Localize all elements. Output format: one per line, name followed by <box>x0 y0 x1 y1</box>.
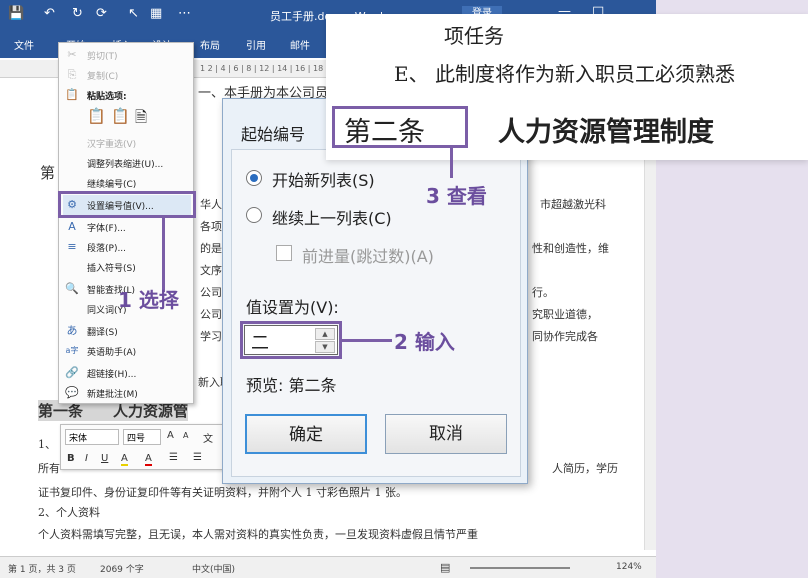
doc-line: 人简历，学历 <box>552 462 618 475</box>
highlight-box-value <box>240 321 342 359</box>
paste-merge-icon[interactable]: 📋 <box>111 107 130 125</box>
paste-text-icon[interactable]: 🗎 <box>135 107 147 132</box>
doc-frag: 公司 <box>200 286 222 299</box>
paragraph-icon: ≡ <box>67 240 77 253</box>
tab-layout[interactable]: 布局 <box>200 37 220 52</box>
callout-step-2: 2 输入 <box>394 330 455 354</box>
menu-insert-symbol[interactable]: 插入符号(S) <box>63 257 191 277</box>
grow-font-icon[interactable]: A <box>167 430 174 441</box>
zoom-line-1: 项任务 <box>444 24 504 48</box>
zoom-slider[interactable] <box>470 567 570 569</box>
ok-button[interactable]: 确定 <box>245 414 367 454</box>
menu-new-comment[interactable]: 💬 新建批注(M) <box>63 383 191 403</box>
menu-hanzi-reconvert[interactable]: 汉字重选(V) <box>63 133 191 153</box>
link-icon: 🔗 <box>65 366 79 379</box>
doc-frag: 究职业道德， <box>532 308 598 321</box>
radio-new-list[interactable] <box>246 170 262 186</box>
status-words[interactable]: 2069 个字 <box>100 562 144 575</box>
copy-icon: ⎘ <box>67 68 77 81</box>
customize-qat-icon[interactable]: ⋯ <box>178 6 191 21</box>
callout-step-3: 3 查看 <box>426 184 487 208</box>
phonetic-icon[interactable]: 文 <box>203 430 213 445</box>
paste-keep-format-icon[interactable]: 📋 <box>87 107 106 125</box>
status-language[interactable]: 中文(中国) <box>192 562 235 575</box>
menu-translate[interactable]: あ翻译(S) <box>63 321 191 341</box>
table-icon[interactable]: ▦ <box>150 6 162 21</box>
cancel-button[interactable]: 取消 <box>385 414 507 454</box>
mini-toolbar: 宋体 四号 A A 文 B I U A A ☰ ☰ <box>60 424 226 470</box>
font-name-select[interactable]: 宋体 <box>65 429 119 445</box>
label-continue-list[interactable]: 继续上一列表(C) <box>272 205 392 229</box>
highlight-box-set-value <box>58 191 196 218</box>
menu-paste-options: 📋 粘贴选项: <box>65 88 127 102</box>
bullets-icon[interactable]: ☰ <box>169 452 178 463</box>
zoom-heading: 人力资源管理制度 <box>498 117 714 148</box>
label-value: 值设置为(V): <box>246 298 339 317</box>
save-icon[interactable]: 💾 <box>8 6 24 21</box>
paste-options-row: 📋 📋 🗎 <box>63 105 191 131</box>
print-layout-icon[interactable]: ▤ <box>440 561 450 574</box>
undo-icon[interactable]: ↶ <box>44 6 55 21</box>
dialog-title: 起始编号 <box>241 125 306 144</box>
doc-frag: 性和创造性，维 <box>532 242 609 255</box>
clipboard-icon: 📋 <box>65 88 79 101</box>
menu-english-assistant[interactable]: a字 英语助手(A) <box>63 341 191 361</box>
label-advance: 前进量(跳过数)(A) <box>302 247 434 266</box>
menu-continue-numbering[interactable]: 继续编号(C) <box>63 173 191 193</box>
highlight-box-preview <box>332 106 468 148</box>
doc-frag: 华人 <box>200 198 222 211</box>
font-icon: A <box>68 220 76 233</box>
scissors-icon: ✂ <box>67 48 77 61</box>
doc-frag: 学习 <box>200 330 222 343</box>
callout-line-3 <box>450 148 453 178</box>
label-new-list[interactable]: 开始新列表(S) <box>272 167 375 191</box>
search-icon: 🔍 <box>65 282 79 295</box>
menu-copy[interactable]: ⎘ 复制(C) <box>63 65 191 85</box>
italic-icon[interactable]: I <box>85 453 88 464</box>
font-color-icon[interactable]: A <box>145 453 152 466</box>
doc-line: 2、个人资料 <box>38 506 100 519</box>
checkbox-advance[interactable] <box>276 245 292 261</box>
zoom-line-2: E、 此制度将作为新入职员工必须熟悉 <box>394 62 735 86</box>
doc-frag: 同协作完成各 <box>532 330 598 343</box>
preview-text: 预览: 第二条 <box>246 376 337 395</box>
menu-adjust-indent[interactable]: 调整列表缩进(U)... <box>63 153 191 173</box>
font-size-select[interactable]: 四号 <box>123 429 161 445</box>
highlight-color-icon[interactable]: A <box>121 453 128 466</box>
tab-references[interactable]: 引用 <box>246 37 266 52</box>
english-assistant-icon: a字 <box>65 346 79 355</box>
doc-frag: 第 <box>40 164 56 182</box>
doc-line: 1、 <box>38 438 56 451</box>
callout-line-1 <box>162 218 165 292</box>
tab-mailings[interactable]: 邮件 <box>290 37 310 52</box>
radio-continue-list[interactable] <box>246 207 262 223</box>
doc-line: 个人资料需填写完整，且无误，本人需对资料的真实性负责，一旦发现资料虚假且情节严重 <box>38 528 478 541</box>
callout-line-2 <box>342 339 392 342</box>
doc-line: 所有 <box>38 462 60 475</box>
translate-icon: あ <box>66 324 78 337</box>
doc-line: 证书复印件、身份证复印件等有关证明资料，并附个人 1 寸彩色照片 1 张。 <box>38 486 407 499</box>
tab-file[interactable]: 文件 <box>14 37 34 52</box>
status-page[interactable]: 第 1 页，共 3 页 <box>8 562 76 575</box>
redo-icon[interactable]: ↻ <box>72 6 83 21</box>
repeat-icon[interactable]: ⟳ <box>96 6 107 21</box>
menu-font[interactable]: A 字体(F)... <box>63 217 191 237</box>
callout-step-1: 1 选择 <box>118 288 179 312</box>
comment-icon: 💬 <box>65 386 79 399</box>
select-icon[interactable]: ↖ <box>128 6 139 21</box>
numbering-icon[interactable]: ☰ <box>193 452 202 463</box>
doc-frag: 的是 <box>200 242 222 255</box>
status-zoom[interactable]: 124% <box>616 562 642 572</box>
doc-frag: 行。 <box>532 286 554 299</box>
status-bar: 第 1 页，共 3 页 2069 个字 中文(中国) ▤ 124% <box>0 556 656 578</box>
bold-icon[interactable]: B <box>67 453 75 464</box>
context-menu: ✂ 剪切(T) ⎘ 复制(C) 📋 粘贴选项: 📋 📋 🗎 汉字重选(V) 调整列表缩… <box>58 42 194 404</box>
underline-icon[interactable]: U <box>101 453 108 464</box>
doc-frag: 市超越激光科 <box>540 198 606 211</box>
menu-hyperlink[interactable]: 🔗 超链接(H)... <box>63 363 191 383</box>
menu-paragraph[interactable]: ≡ 段落(P)... <box>63 237 191 257</box>
menu-cut[interactable]: ✂ 剪切(T) <box>63 45 191 65</box>
shrink-font-icon[interactable]: A <box>183 431 188 440</box>
